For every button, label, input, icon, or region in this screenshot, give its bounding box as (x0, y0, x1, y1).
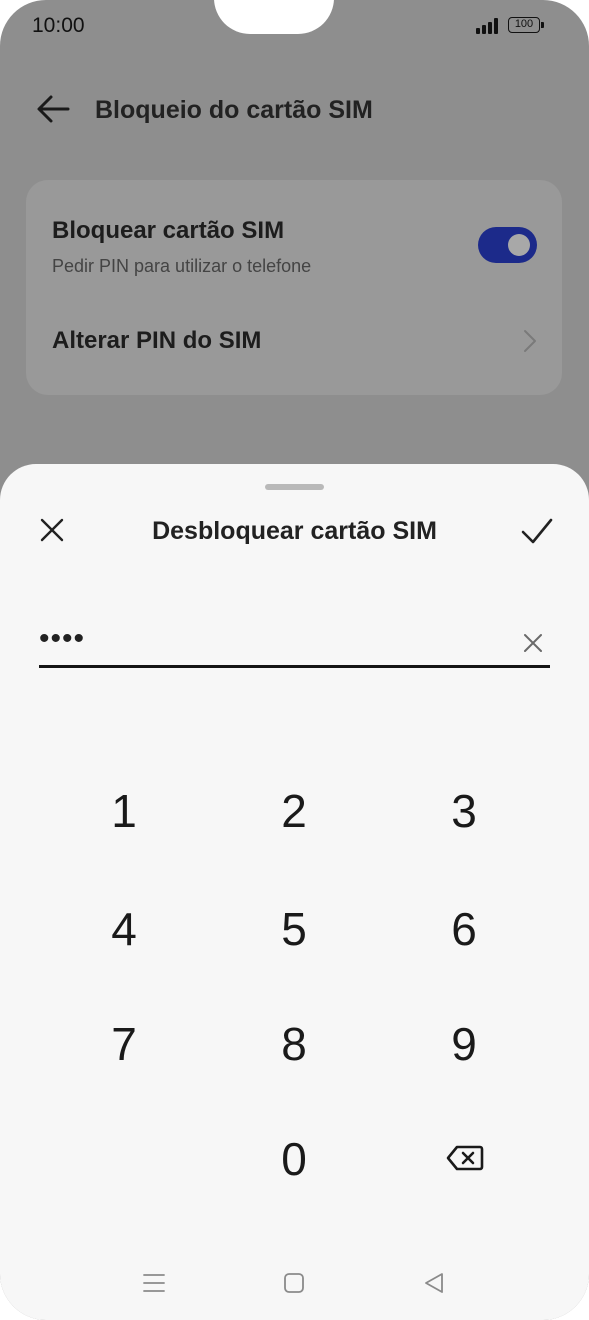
lock-sim-title: Bloquear cartão SIM (52, 217, 285, 244)
phone-screen: 10:00 100 Bloqueio do cartão SIM Bloquea… (0, 0, 589, 1320)
pin-input[interactable]: •••• (39, 620, 550, 668)
pin-value: •••• (39, 622, 86, 655)
sim-settings-card: Bloquear cartão SIM Pedir PIN para utili… (26, 180, 562, 395)
change-pin-title: Alterar PIN do SIM (52, 327, 262, 354)
page-title: Bloqueio do cartão SIM (95, 96, 373, 124)
key-7[interactable]: 7 (64, 999, 184, 1089)
chevron-right-icon (524, 330, 536, 352)
battery-icon: 100 (508, 17, 544, 33)
back-arrow-icon[interactable] (36, 94, 70, 124)
key-0[interactable]: 0 (234, 1114, 354, 1204)
navigation-bar (0, 1262, 589, 1306)
back-icon[interactable] (421, 1270, 447, 1296)
app-header: Bloqueio do cartão SIM (0, 80, 589, 140)
signal-icon (476, 18, 500, 34)
camera-notch (214, 0, 334, 34)
status-time: 10:00 (32, 14, 85, 37)
key-4[interactable]: 4 (64, 884, 184, 974)
sheet-title: Desbloquear cartão SIM (152, 517, 437, 545)
lock-sim-toggle[interactable] (478, 227, 537, 263)
unlock-sim-sheet: Desbloquear cartão SIM •••• 1 2 3 4 5 6 … (0, 464, 589, 1320)
key-2[interactable]: 2 (234, 766, 354, 856)
backspace-icon[interactable] (446, 1144, 484, 1172)
key-6[interactable]: 6 (404, 884, 524, 974)
clear-icon[interactable] (522, 632, 544, 654)
key-1[interactable]: 1 (64, 766, 184, 856)
key-3[interactable]: 3 (404, 766, 524, 856)
key-8[interactable]: 8 (234, 999, 354, 1089)
toggle-knob (508, 234, 530, 256)
key-9[interactable]: 9 (404, 999, 524, 1089)
menu-icon[interactable] (141, 1270, 167, 1296)
sheet-drag-handle[interactable] (265, 484, 324, 490)
home-icon[interactable] (281, 1270, 307, 1296)
key-5[interactable]: 5 (234, 884, 354, 974)
check-icon[interactable] (520, 516, 554, 546)
status-bar: 10:00 100 (0, 0, 589, 52)
lock-sim-subtitle: Pedir PIN para utilizar o telefone (52, 256, 312, 276)
